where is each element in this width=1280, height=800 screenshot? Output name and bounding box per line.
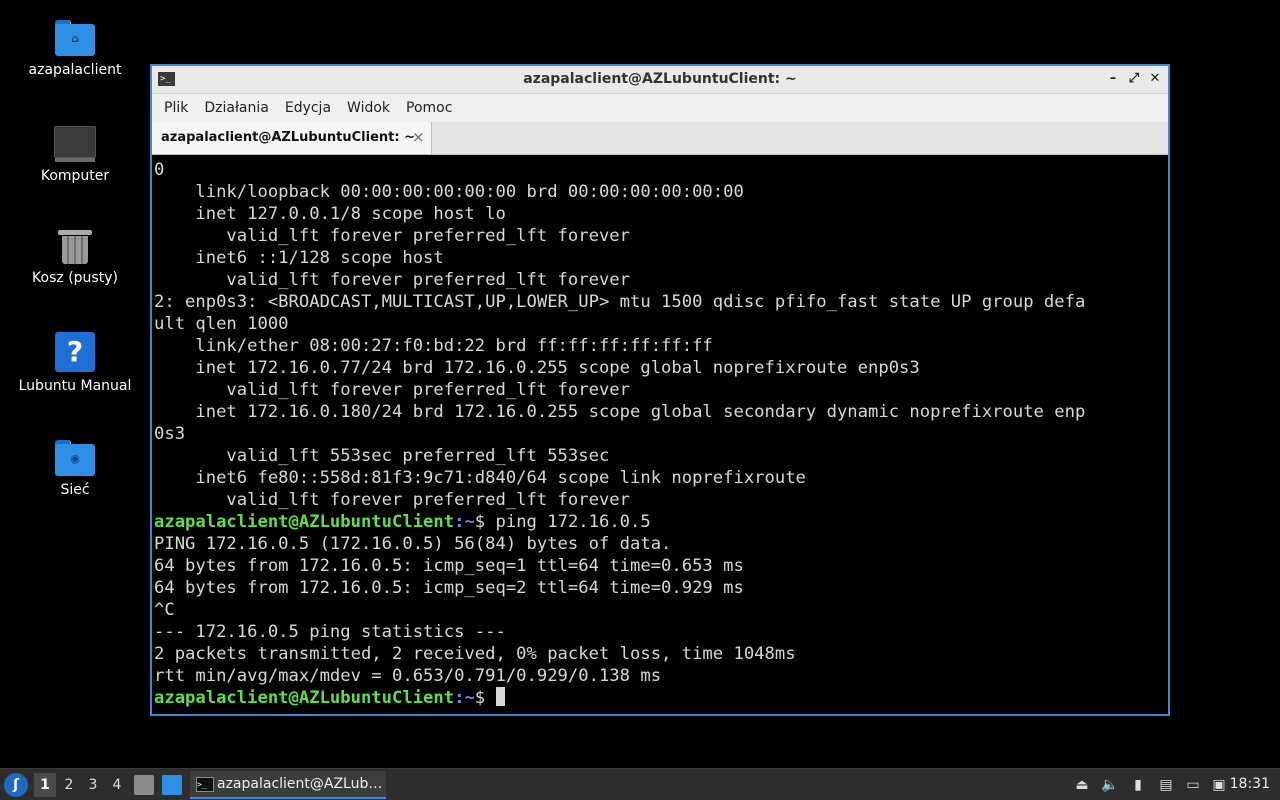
terminal-cursor <box>495 687 505 706</box>
window-title: azapalaclient@AZLubuntuClient: ~ <box>523 71 797 87</box>
menu-edycja[interactable]: Edycja <box>277 100 339 116</box>
file-manager-icon[interactable] <box>134 775 154 795</box>
workspace-1[interactable]: 1 <box>34 773 56 797</box>
workspace-4[interactable]: 4 <box>106 773 128 797</box>
menubar: Plik Działania Edycja Widok Pomoc <box>152 94 1168 122</box>
terminal-line: ult qlen 1000 <box>154 314 289 334</box>
maximize-button[interactable]: ⤢ <box>1125 70 1143 88</box>
terminal-line: 0s3 <box>154 424 186 444</box>
network-icon[interactable]: ▭ <box>1184 776 1202 794</box>
tab-label: azapalaclient@AZLubuntuClient: ~ <box>161 130 415 145</box>
window-titlebar[interactable]: >_ azapalaclient@AZLubuntuClient: ~ – ⤢ … <box>152 66 1168 94</box>
prompt-user: azapalaclient@AZLubuntuClient <box>154 512 455 532</box>
battery-icon[interactable]: ▮ <box>1129 776 1147 794</box>
terminal-line: link/loopback 00:00:00:00:00:00 brd 00:0… <box>154 182 744 202</box>
desktop-icon-label: Lubuntu Manual <box>18 378 132 394</box>
terminal-line: 64 bytes from 172.16.0.5: icmp_seq=1 ttl… <box>154 556 744 576</box>
terminal-output[interactable]: 0 link/loopback 00:00:00:00:00:00 brd 00… <box>152 157 1168 714</box>
notification-icon[interactable]: ▣ <box>1210 776 1228 794</box>
terminal-line: 64 bytes from 172.16.0.5: icmp_seq=2 ttl… <box>154 578 744 598</box>
taskbar-task-label: azapalaclient@AZLub… <box>217 776 383 792</box>
network-folder-icon: ◉ <box>55 440 95 476</box>
volume-icon[interactable]: 🔈 <box>1101 776 1119 794</box>
desktop-icon-computer[interactable]: Komputer <box>10 120 140 184</box>
prompt-path: :~ <box>454 512 475 532</box>
taskbar-task-terminal[interactable]: >_ azapalaclient@AZLub… <box>190 771 386 799</box>
terminal-prompt-line: azapalaclient@AZLubuntuClient:~$ ping 17… <box>154 512 651 532</box>
menu-pomoc[interactable]: Pomoc <box>398 100 460 116</box>
terminal-line: rtt min/avg/max/mdev = 0.653/0.791/0.929… <box>154 666 662 686</box>
taskbar: ʃ 1 2 3 4 >_ azapalaclient@AZLub… ⏏ 🔈 ▮ … <box>0 768 1280 800</box>
workspace-3[interactable]: 3 <box>82 773 104 797</box>
terminal-line: valid_lft forever preferred_lft forever <box>154 270 630 290</box>
desktop-icon-trash[interactable]: Kosz (pusty) <box>10 226 140 286</box>
help-icon: ? <box>55 332 95 372</box>
workspace-2[interactable]: 2 <box>58 773 80 797</box>
eject-icon[interactable]: ⏏ <box>1073 776 1091 794</box>
terminal-line: inet 172.16.0.77/24 brd 172.16.0.255 sco… <box>154 358 920 378</box>
desktop-icon-label: azapalaclient <box>28 62 122 78</box>
prompt-symbol: $ <box>474 512 486 532</box>
terminal-line: inet6 ::1/128 scope host <box>154 248 444 268</box>
tab-terminal[interactable]: azapalaclient@AZLubuntuClient: ~ × <box>152 122 432 154</box>
terminal-line: link/ether 08:00:27:f0:bd:22 brd ff:ff:f… <box>154 336 713 356</box>
trash-icon <box>58 230 92 264</box>
terminal-line: inet 172.16.0.180/24 brd 172.16.0.255 sc… <box>154 402 1086 422</box>
menu-dzialania[interactable]: Działania <box>196 100 277 116</box>
prompt-symbol: $ <box>474 688 486 708</box>
terminal-line: PING 172.16.0.5 (172.16.0.5) 56(84) byte… <box>154 534 672 554</box>
prompt-path: :~ <box>454 688 475 708</box>
prompt-user: azapalaclient@AZLubuntuClient <box>154 688 455 708</box>
terminal-line: inet 127.0.0.1/8 scope host lo <box>154 204 506 224</box>
show-desktop-icon[interactable] <box>162 775 182 795</box>
terminal-line: ^C <box>154 600 175 620</box>
menu-plik[interactable]: Plik <box>156 100 196 116</box>
minimize-button[interactable]: – <box>1104 70 1122 88</box>
terminal-window[interactable]: >_ azapalaclient@AZLubuntuClient: ~ – ⤢ … <box>150 64 1170 716</box>
tab-close-icon[interactable]: × <box>412 128 425 146</box>
terminal-line: 0 <box>154 160 165 180</box>
prompt-command <box>485 688 495 708</box>
desktop-icon-network[interactable]: ◉ Sieć <box>10 436 140 498</box>
home-folder-icon: ⌂ <box>55 20 95 56</box>
terminal-line: inet6 fe80::558d:81f3:9c71:d840/64 scope… <box>154 468 806 488</box>
desktop-icon-manual[interactable]: ? Lubuntu Manual <box>10 332 140 394</box>
desktop-icon-label: Sieć <box>60 482 90 498</box>
terminal-line: 2: enp0s3: <BROADCAST,MULTICAST,UP,LOWER… <box>154 292 1086 312</box>
clock: 18:31 <box>1229 776 1270 792</box>
terminal-prompt-line: azapalaclient@AZLubuntuClient:~$ <box>154 687 505 708</box>
start-menu-icon[interactable]: ʃ <box>4 773 28 797</box>
desktop-icon-label: Komputer <box>40 168 110 184</box>
terminal-line: --- 172.16.0.5 ping statistics --- <box>154 622 506 642</box>
terminal-task-icon: >_ <box>196 777 214 792</box>
terminal-line: valid_lft forever preferred_lft forever <box>154 226 630 246</box>
close-button[interactable]: ✕ <box>1146 70 1164 88</box>
terminal-line: valid_lft forever preferred_lft forever <box>154 380 630 400</box>
terminal-line: valid_lft 553sec preferred_lft 553sec <box>154 446 610 466</box>
terminal-text: 0 link/loopback 00:00:00:00:00:00 brd 00… <box>154 159 1168 709</box>
terminal-line: valid_lft forever preferred_lft forever <box>154 490 630 510</box>
menu-widok[interactable]: Widok <box>339 100 398 116</box>
desktop-icon-home[interactable]: ⌂ azapalaclient <box>10 16 140 78</box>
tab-bar: azapalaclient@AZLubuntuClient: ~ × <box>152 122 1168 155</box>
desktop-icon-label: Kosz (pusty) <box>32 270 118 286</box>
clipboard-icon[interactable]: ▤ <box>1157 776 1175 794</box>
computer-icon <box>10 126 140 162</box>
terminal-line: 2 packets transmitted, 2 received, 0% pa… <box>154 644 796 664</box>
prompt-command: ping 172.16.0.5 <box>485 512 651 532</box>
